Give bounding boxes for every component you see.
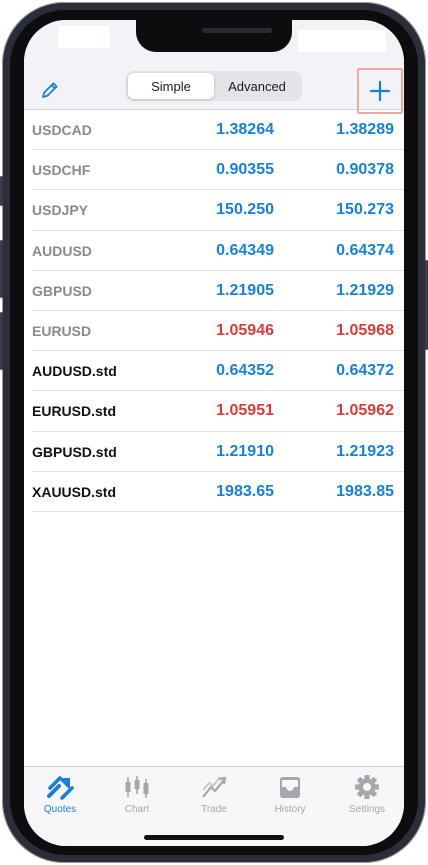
tab-trade[interactable]: Trade xyxy=(184,773,244,817)
quote-bid: 0.64349 xyxy=(216,241,274,259)
settings-icon xyxy=(355,775,379,799)
tab-history[interactable]: History xyxy=(260,773,320,817)
quote-ask: 1.21923 xyxy=(336,442,394,460)
quote-symbol: EURUSD.std xyxy=(32,403,117,420)
quote-symbol: USDJPY xyxy=(32,202,89,219)
history-icon xyxy=(280,777,300,798)
quote-symbol: AUDUSD xyxy=(32,242,92,259)
segment-simple[interactable]: Simple xyxy=(128,73,214,99)
quote-symbol: USDCHF xyxy=(32,162,91,179)
quote-row[interactable]: USDCHF 0.90355 0.90378 xyxy=(24,150,404,191)
tab-settings[interactable]: Settings xyxy=(337,773,397,817)
quote-bid: 1.21910 xyxy=(216,442,274,460)
quotes-toolbar: Simple Advanced xyxy=(24,68,404,114)
quote-symbol: XAUUSD.std xyxy=(32,483,117,500)
chart-icon xyxy=(125,776,149,798)
quote-ask: 1.05962 xyxy=(336,402,394,420)
quote-bid: 150.250 xyxy=(216,201,274,219)
plus-icon xyxy=(369,80,391,102)
quote-symbol: GBPUSD.std xyxy=(32,443,117,460)
tab-label: Chart xyxy=(124,804,150,815)
quote-ask: 1.05968 xyxy=(336,322,394,340)
quote-symbol: AUDUSD.std xyxy=(32,363,117,380)
home-indicator[interactable] xyxy=(144,835,284,840)
tab-quotes[interactable]: Quotes xyxy=(30,773,90,817)
quote-row[interactable]: EURUSD.std 1.05951 1.05962 xyxy=(24,391,404,432)
quote-ask: 1.21929 xyxy=(336,281,394,299)
quote-row[interactable]: AUDUSD 0.64349 0.64374 xyxy=(24,231,404,271)
tab-label: Trade xyxy=(201,804,227,815)
tab-label: Settings xyxy=(348,804,386,815)
segment-advanced[interactable]: Advanced xyxy=(214,73,300,99)
quote-ask: 0.64374 xyxy=(336,241,394,259)
quotes-list: USDCAD 1.38264 1.38289 USDCHF 0.90355 0.… xyxy=(24,110,404,513)
quote-row[interactable]: USDJPY 150.250 150.273 xyxy=(24,190,404,231)
quote-symbol: GBPUSD xyxy=(32,282,92,299)
quote-row[interactable]: GBPUSD.std 1.21910 1.21923 xyxy=(24,432,404,472)
quote-ask: 150.273 xyxy=(336,201,394,219)
tab-label: Quotes xyxy=(43,804,77,815)
notch xyxy=(136,20,292,52)
app-screen: Simple Advanced USDCAD 1.38264 1.38289 U… xyxy=(24,20,404,846)
quote-bid: 1.21905 xyxy=(216,281,274,299)
trade-icon xyxy=(202,776,227,798)
quote-ask: 1.38289 xyxy=(336,121,394,139)
quote-bid: 1983.65 xyxy=(216,482,274,500)
add-symbol-button[interactable] xyxy=(357,68,403,114)
status-icons-area xyxy=(298,30,386,52)
quotes-icon xyxy=(47,776,74,800)
quote-bid: 0.90355 xyxy=(216,161,274,179)
view-mode-segmented-control: Simple Advanced xyxy=(126,71,302,101)
quote-ask: 0.64372 xyxy=(336,362,394,380)
quote-row[interactable]: XAUUSD.std 1983.65 1983.85 xyxy=(24,472,404,513)
tab-label: History xyxy=(274,804,306,815)
quote-ask: 1983.85 xyxy=(336,482,394,500)
quote-symbol: USDCAD xyxy=(32,122,92,139)
quote-bid: 1.05946 xyxy=(216,322,274,340)
quote-bid: 0.64352 xyxy=(216,362,274,380)
quote-symbol: EURUSD xyxy=(32,323,92,340)
quote-bid: 1.38264 xyxy=(216,121,274,139)
quote-row[interactable]: GBPUSD 1.21905 1.21929 xyxy=(24,271,404,312)
quote-row[interactable]: AUDUSD.std 0.64352 0.64372 xyxy=(24,351,404,392)
quote-row[interactable]: USDCAD 1.38264 1.38289 xyxy=(24,110,404,151)
quote-bid: 1.05951 xyxy=(216,402,274,420)
quote-row[interactable]: EURUSD 1.05946 1.05968 xyxy=(24,311,404,352)
quote-ask: 0.90378 xyxy=(336,161,394,179)
edit-button[interactable] xyxy=(38,78,62,102)
tab-chart[interactable]: Chart xyxy=(107,773,167,817)
pencil-icon xyxy=(42,82,58,98)
status-time-area xyxy=(58,26,110,48)
speaker xyxy=(202,28,272,33)
tab-bar: Quotes Chart Trade History Settings xyxy=(24,766,404,846)
